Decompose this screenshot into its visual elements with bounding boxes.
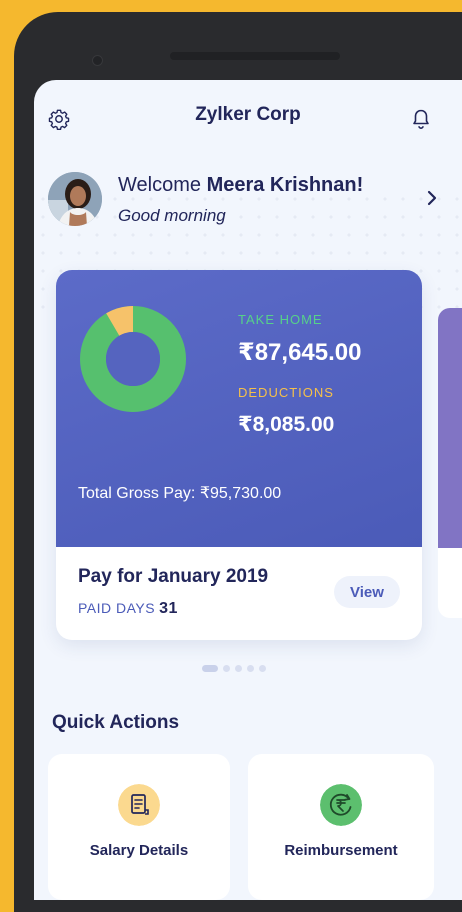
pager-dot[interactable] — [223, 665, 230, 673]
take-home-label: TAKE HOME — [238, 312, 323, 327]
pay-period-title: Pay for January 2019 — [78, 566, 269, 587]
welcome-section[interactable]: Welcome Meera Krishnan! Good morning — [48, 172, 448, 232]
welcome-text: Welcome Meera Krishnan! — [118, 174, 363, 197]
avatar[interactable] — [48, 172, 102, 226]
paid-days-value: 31 — [159, 600, 178, 617]
gross-pay-text: Total Gross Pay: ₹95,730.00 — [78, 485, 282, 502]
bell-icon[interactable] — [412, 108, 430, 130]
next-card-header — [438, 308, 462, 548]
phone-speaker — [170, 52, 340, 60]
take-home-value: ₹87,645.00 — [238, 339, 362, 366]
donut-hole — [106, 332, 160, 386]
pay-donut-chart — [80, 306, 186, 412]
user-name: Meera Krishnan! — [206, 174, 364, 196]
welcome-prefix: Welcome — [118, 174, 201, 196]
quick-action-salary-details[interactable]: Salary Details — [48, 754, 230, 900]
quick-action-reimbursement[interactable]: Reimbursement — [248, 754, 434, 900]
pager-dot[interactable] — [259, 665, 266, 673]
quick-actions-title: Quick Actions — [52, 712, 180, 733]
pager-dot[interactable] — [235, 665, 242, 673]
next-pay-card-peek[interactable] — [438, 308, 462, 618]
page-title: Zylker Corp — [195, 104, 301, 125]
paid-days-label: PAID DAYS — [78, 600, 156, 616]
view-payslip-button[interactable]: View — [334, 576, 400, 608]
app-screen: Zylker Corp Welcome Meera Krishnan! Good… — [34, 80, 462, 900]
pager-dot[interactable] — [202, 665, 218, 673]
deductions-label: DEDUCTIONS — [238, 385, 334, 400]
document-icon — [118, 784, 160, 826]
pager-dot[interactable] — [247, 665, 254, 673]
quick-action-label: Reimbursement — [284, 842, 398, 859]
greeting-text: Good morning — [118, 206, 226, 225]
phone-camera — [92, 55, 103, 66]
app-header: Zylker Corp — [34, 80, 462, 140]
paid-days: PAID DAYS 31 — [78, 600, 178, 618]
quick-action-label: Salary Details — [89, 842, 189, 859]
carousel-pager[interactable] — [202, 660, 271, 673]
pay-card-summary: TAKE HOME ₹87,645.00 DEDUCTIONS ₹8,085.0… — [56, 270, 422, 547]
chevron-right-icon[interactable] — [426, 188, 438, 208]
rupee-refresh-icon — [320, 784, 362, 826]
pay-card[interactable]: TAKE HOME ₹87,645.00 DEDUCTIONS ₹8,085.0… — [56, 270, 422, 640]
deductions-value: ₹8,085.00 — [238, 413, 335, 436]
